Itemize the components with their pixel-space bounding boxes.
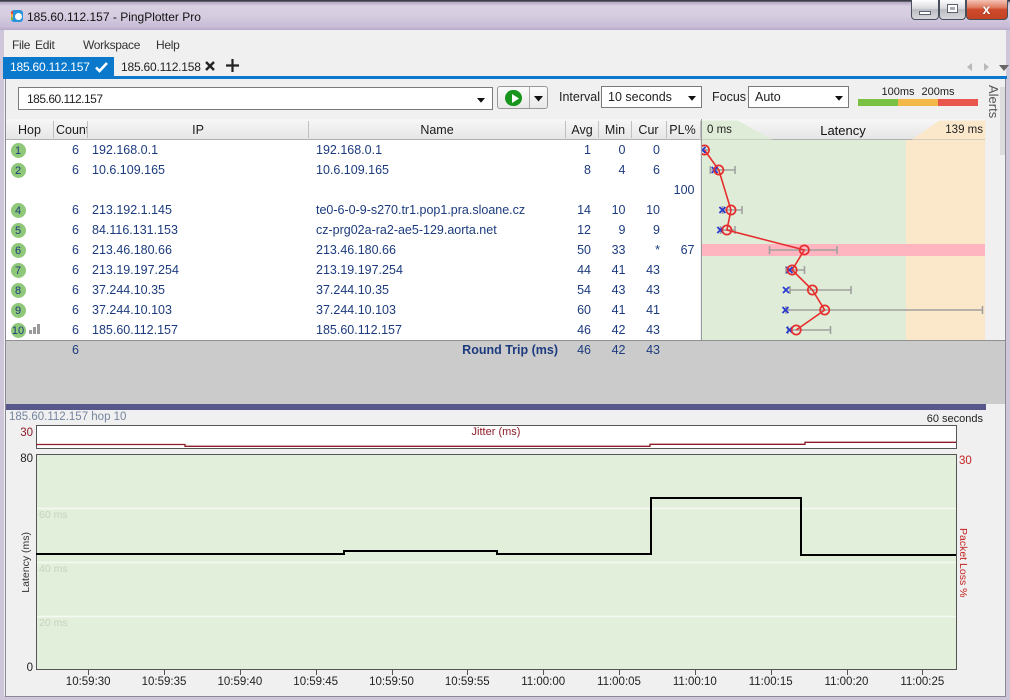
svg-text:40 ms: 40 ms xyxy=(39,563,68,575)
svg-text:60 ms: 60 ms xyxy=(39,509,68,521)
svg-text:20 ms: 20 ms xyxy=(39,617,68,629)
